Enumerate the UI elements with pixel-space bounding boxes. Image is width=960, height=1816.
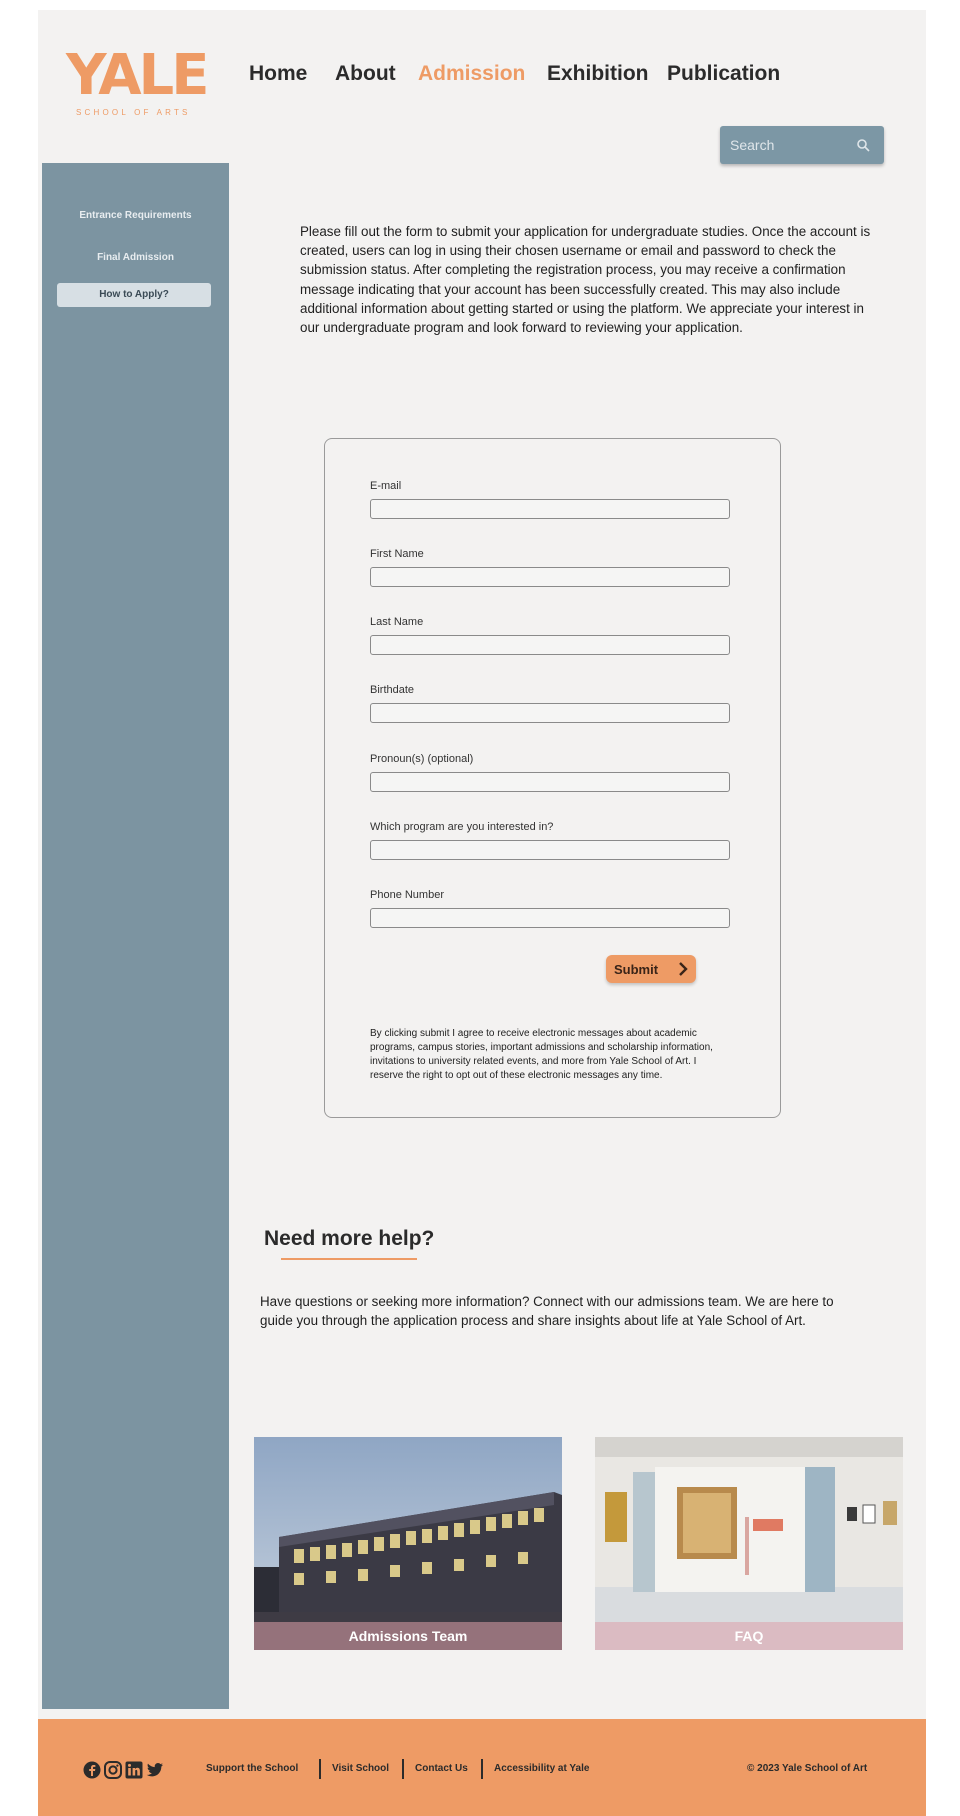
sidebar-item-final-admission[interactable]: Final Admission xyxy=(42,252,229,263)
search-icon[interactable] xyxy=(856,138,870,152)
twitter-icon[interactable] xyxy=(146,1761,164,1779)
main-nav: Home About Admission Exhibition Publicat… xyxy=(38,62,926,92)
sidebar-item-how-to-apply[interactable]: How to Apply? xyxy=(57,283,211,307)
card-faq[interactable]: FAQ xyxy=(595,1437,903,1650)
footer-divider xyxy=(319,1759,321,1779)
footer-link-contact[interactable]: Contact Us xyxy=(415,1763,468,1774)
nav-publication[interactable]: Publication xyxy=(667,62,780,86)
card-admissions-team[interactable]: Admissions Team xyxy=(254,1437,562,1650)
help-text: Have questions or seeking more informati… xyxy=(260,1294,834,1328)
program-label: Which program are you interested in? xyxy=(370,821,554,833)
submit-label: Submit xyxy=(614,962,659,977)
chevron-right-icon xyxy=(679,962,688,976)
building-photo xyxy=(254,1437,562,1650)
consent-disclaimer: By clicking submit I agree to receive el… xyxy=(370,1028,713,1081)
footer: Support the School Visit School Contact … xyxy=(38,1719,926,1816)
gallery-photo xyxy=(595,1437,903,1650)
nav-exhibition[interactable]: Exhibition xyxy=(547,62,649,86)
facebook-icon[interactable] xyxy=(83,1761,101,1779)
instagram-icon[interactable] xyxy=(104,1761,122,1779)
card-caption: Admissions Team xyxy=(254,1622,562,1650)
footer-divider xyxy=(481,1759,483,1779)
program-field[interactable] xyxy=(370,840,730,860)
help-heading-underline xyxy=(281,1258,417,1260)
linkedin-icon[interactable] xyxy=(125,1761,143,1779)
intro-text: Please fill out the form to submit your … xyxy=(300,224,871,336)
first-name-label: First Name xyxy=(370,548,424,560)
first-name-field[interactable] xyxy=(370,567,730,587)
nav-admission[interactable]: Admission xyxy=(418,62,525,86)
email-label: E-mail xyxy=(370,480,402,492)
search-input[interactable] xyxy=(730,134,848,156)
nav-home[interactable]: Home xyxy=(249,62,307,86)
sidebar: Entrance Requirements Final Admission Ho… xyxy=(42,163,229,1709)
footer-link-accessibility[interactable]: Accessibility at Yale xyxy=(494,1763,589,1774)
birthdate-field[interactable] xyxy=(370,703,730,723)
footer-link-support[interactable]: Support the School xyxy=(206,1763,298,1774)
last-name-field[interactable] xyxy=(370,635,730,655)
last-name-label: Last Name xyxy=(370,616,424,628)
footer-divider xyxy=(402,1759,404,1779)
pronouns-label: Pronoun(s) (optional) xyxy=(370,753,474,765)
application-form: E-mail First Name Last Name Birthdate Pr… xyxy=(324,438,781,1118)
footer-link-visit[interactable]: Visit School xyxy=(332,1763,389,1774)
phone-field[interactable] xyxy=(370,908,730,928)
logo-subtitle: SCHOOL OF ARTS xyxy=(76,108,191,117)
search-box xyxy=(720,126,884,164)
pronouns-field[interactable] xyxy=(370,772,730,792)
card-caption: FAQ xyxy=(595,1622,903,1650)
nav-about[interactable]: About xyxy=(335,62,396,86)
email-field[interactable] xyxy=(370,499,730,519)
birthdate-label: Birthdate xyxy=(370,684,415,696)
copyright: © 2023 Yale School of Art xyxy=(747,1763,868,1774)
help-heading: Need more help? xyxy=(264,1227,435,1250)
submit-button[interactable]: Submit xyxy=(606,955,696,983)
sidebar-item-entrance-requirements[interactable]: Entrance Requirements xyxy=(42,210,229,221)
page: YALE SCHOOL OF ARTS Home About Admission… xyxy=(38,10,926,1816)
phone-label: Phone Number xyxy=(370,889,444,901)
